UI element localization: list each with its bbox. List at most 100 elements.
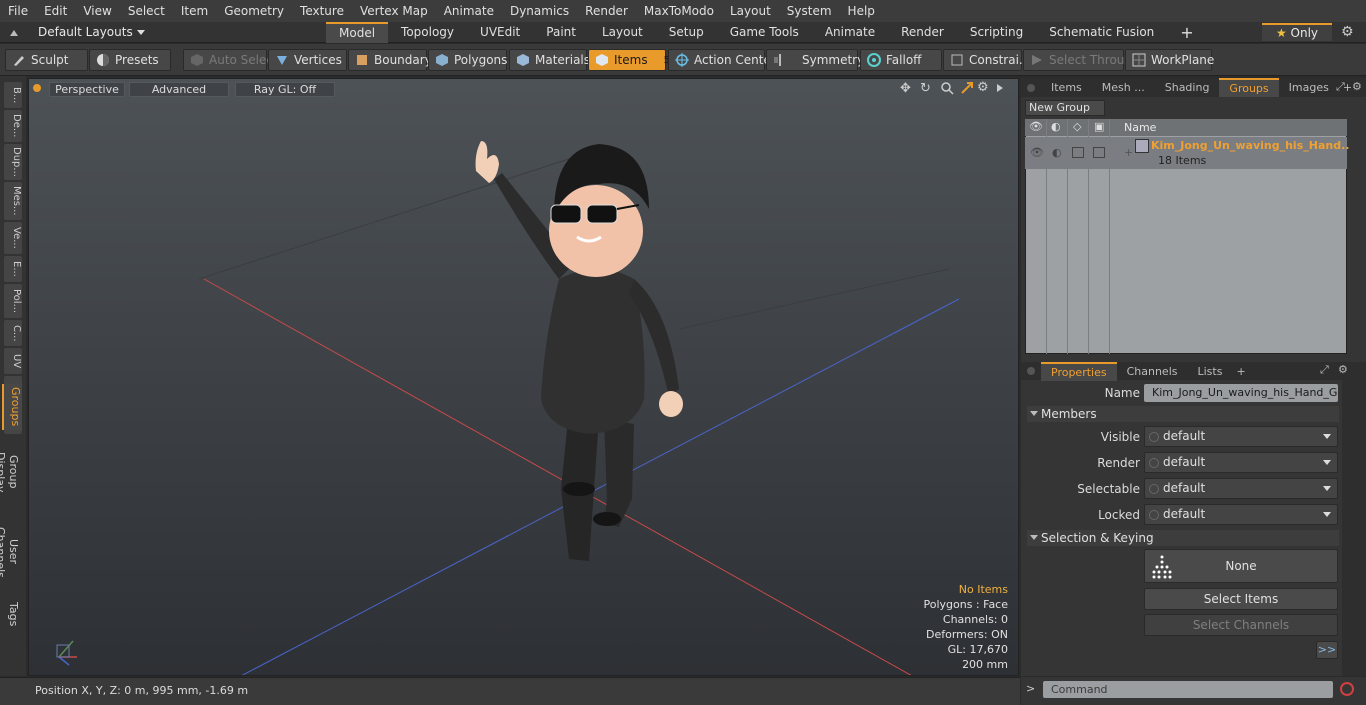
- visible-dropdown[interactable]: default: [1144, 426, 1338, 447]
- 3d-viewport[interactable]: Perspective Advanced Ray GL: Off ✥ ↻ ⚙ N…: [28, 78, 1019, 676]
- tab-setup[interactable]: Setup: [656, 22, 717, 43]
- expand-properties-icon[interactable]: ⤢: [1320, 363, 1334, 377]
- advanced-button[interactable]: Advanced: [129, 82, 229, 97]
- render-dropdown[interactable]: default: [1144, 452, 1338, 473]
- row-lock-checkbox[interactable]: [1093, 147, 1105, 158]
- menu-vertex-map[interactable]: Vertex Map: [352, 0, 436, 22]
- locked-dropdown[interactable]: default: [1144, 504, 1338, 525]
- gear-icon[interactable]: ⚙: [1341, 24, 1357, 40]
- tab-render[interactable]: Render: [888, 22, 957, 43]
- presets-button[interactable]: Presets: [89, 49, 171, 71]
- none-button[interactable]: None: [1144, 549, 1338, 583]
- menu-animate[interactable]: Animate: [436, 0, 502, 22]
- add-properties-tab-icon[interactable]: +: [1232, 362, 1249, 381]
- tab-properties[interactable]: Properties: [1041, 361, 1117, 381]
- polygons-button[interactable]: Polygons: [428, 49, 507, 71]
- constraints-button[interactable]: Constrai...: [943, 49, 1030, 71]
- perspective-button[interactable]: Perspective: [49, 82, 125, 97]
- tab-mesh[interactable]: Mesh ...: [1092, 78, 1155, 97]
- side-tab-user-channels[interactable]: User Channels: [0, 514, 20, 590]
- tab-layout[interactable]: Layout: [589, 22, 656, 43]
- left-tab-mesh[interactable]: Mes...: [4, 182, 22, 220]
- raygl-button[interactable]: Ray GL: Off: [235, 82, 335, 97]
- workplane-button[interactable]: WorkPlane: [1125, 49, 1214, 71]
- fit-view-icon[interactable]: [960, 81, 976, 97]
- row-eye-icon[interactable]: 👁: [1030, 146, 1044, 159]
- menu-render[interactable]: Render: [577, 0, 636, 22]
- properties-menu-dot[interactable]: [1027, 367, 1035, 375]
- left-tab-uv[interactable]: UV: [4, 348, 22, 374]
- tab-schematic-fusion[interactable]: Schematic Fusion: [1036, 22, 1167, 43]
- tab-items[interactable]: Items: [1041, 78, 1092, 97]
- menu-geometry[interactable]: Geometry: [216, 0, 292, 22]
- menu-dynamics[interactable]: Dynamics: [502, 0, 577, 22]
- lock-icon[interactable]: ▣: [1094, 120, 1104, 133]
- menu-item[interactable]: Item: [173, 0, 216, 22]
- render-icon[interactable]: ◐: [1051, 120, 1061, 133]
- viewport-settings-icon[interactable]: ⚙: [977, 80, 993, 96]
- sculpt-button[interactable]: Sculpt: [5, 49, 88, 71]
- tab-images[interactable]: Images: [1279, 78, 1339, 97]
- properties-settings-icon[interactable]: ⚙: [1338, 363, 1350, 377]
- select-icon[interactable]: ◇: [1073, 120, 1081, 133]
- tab-paint[interactable]: Paint: [533, 22, 589, 43]
- materials-button[interactable]: Materials: [509, 49, 590, 71]
- new-group-button[interactable]: New Group: [1025, 100, 1105, 116]
- more-button[interactable]: >>: [1316, 641, 1338, 659]
- symmetry-button[interactable]: Symmetry: [766, 49, 864, 71]
- side-tab-tags[interactable]: Tags: [2, 596, 20, 632]
- tab-uvedit[interactable]: UVEdit: [467, 22, 533, 43]
- left-tab-curve[interactable]: C...: [4, 320, 22, 346]
- left-tab-basic[interactable]: B...: [4, 82, 22, 108]
- menu-file[interactable]: File: [0, 0, 36, 22]
- items-button[interactable]: Items 5: [588, 49, 670, 71]
- falloff-button[interactable]: Falloff: [860, 49, 942, 71]
- tab-lists[interactable]: Lists: [1188, 362, 1233, 381]
- left-tab-polygon[interactable]: Pol...: [4, 284, 22, 318]
- panel-menu-dot[interactable]: [1027, 83, 1035, 92]
- menu-select[interactable]: Select: [120, 0, 173, 22]
- viewport-menu-dot[interactable]: [33, 84, 41, 92]
- layout-selector[interactable]: Default Layouts: [30, 22, 230, 42]
- left-tab-vertex[interactable]: Ve...: [4, 222, 22, 254]
- auto-select-button[interactable]: Auto Select: [183, 49, 278, 71]
- panel-settings-icon[interactable]: ⚙: [1352, 80, 1364, 94]
- tab-shading[interactable]: Shading: [1155, 78, 1220, 97]
- eye-icon[interactable]: 👁: [1029, 120, 1043, 133]
- left-tab-deform[interactable]: De...: [4, 110, 22, 142]
- tab-animate[interactable]: Animate: [812, 22, 888, 43]
- menu-help[interactable]: Help: [840, 0, 883, 22]
- name-field[interactable]: Kim_Jong_Un_waving_his_Hand_Glass: [1144, 384, 1338, 402]
- tab-game-tools[interactable]: Game Tools: [717, 22, 812, 43]
- tab-groups[interactable]: Groups: [1219, 78, 1279, 97]
- move-view-icon[interactable]: ✥: [900, 81, 916, 97]
- left-tab-edge[interactable]: E...: [4, 256, 22, 282]
- side-tab-groups[interactable]: Groups: [2, 384, 22, 430]
- expand-panel-icon[interactable]: ⤢: [1336, 80, 1350, 94]
- tab-topology[interactable]: Topology: [388, 22, 467, 43]
- action-center-button[interactable]: Action Center: [668, 49, 776, 71]
- menu-view[interactable]: View: [75, 0, 119, 22]
- side-tab-group-display[interactable]: Group Display: [0, 436, 20, 508]
- boundary-button[interactable]: Boundary: [348, 49, 432, 71]
- menu-layout[interactable]: Layout: [722, 0, 779, 22]
- members-section[interactable]: Members: [1027, 406, 1339, 422]
- select-channels-button[interactable]: Select Channels: [1144, 614, 1338, 636]
- tab-scripting[interactable]: Scripting: [957, 22, 1036, 43]
- group-row[interactable]: 👁 ◐ + Kim_Jong_Un_waving_his_Hand... 18 …: [1025, 137, 1354, 169]
- menu-system[interactable]: System: [779, 0, 840, 22]
- left-tab-duplicate[interactable]: Dup...: [4, 144, 22, 180]
- rotate-view-icon[interactable]: ↻: [920, 81, 936, 97]
- tab-channels[interactable]: Channels: [1117, 362, 1188, 381]
- select-through-button[interactable]: Select Through: [1023, 49, 1140, 71]
- zoom-view-icon[interactable]: [940, 81, 956, 97]
- column-name[interactable]: Name: [1124, 121, 1156, 134]
- layout-arrow-icon[interactable]: [8, 27, 20, 39]
- tab-model[interactable]: Model: [326, 22, 389, 43]
- add-tab-icon[interactable]: +: [1167, 22, 1206, 43]
- select-items-button[interactable]: Select Items: [1144, 588, 1338, 610]
- selection-keying-section[interactable]: Selection & Keying: [1027, 530, 1339, 546]
- groups-list-scrollbar[interactable]: [1349, 119, 1361, 354]
- only-button[interactable]: ★ Only: [1262, 23, 1332, 41]
- record-icon[interactable]: [1340, 682, 1354, 696]
